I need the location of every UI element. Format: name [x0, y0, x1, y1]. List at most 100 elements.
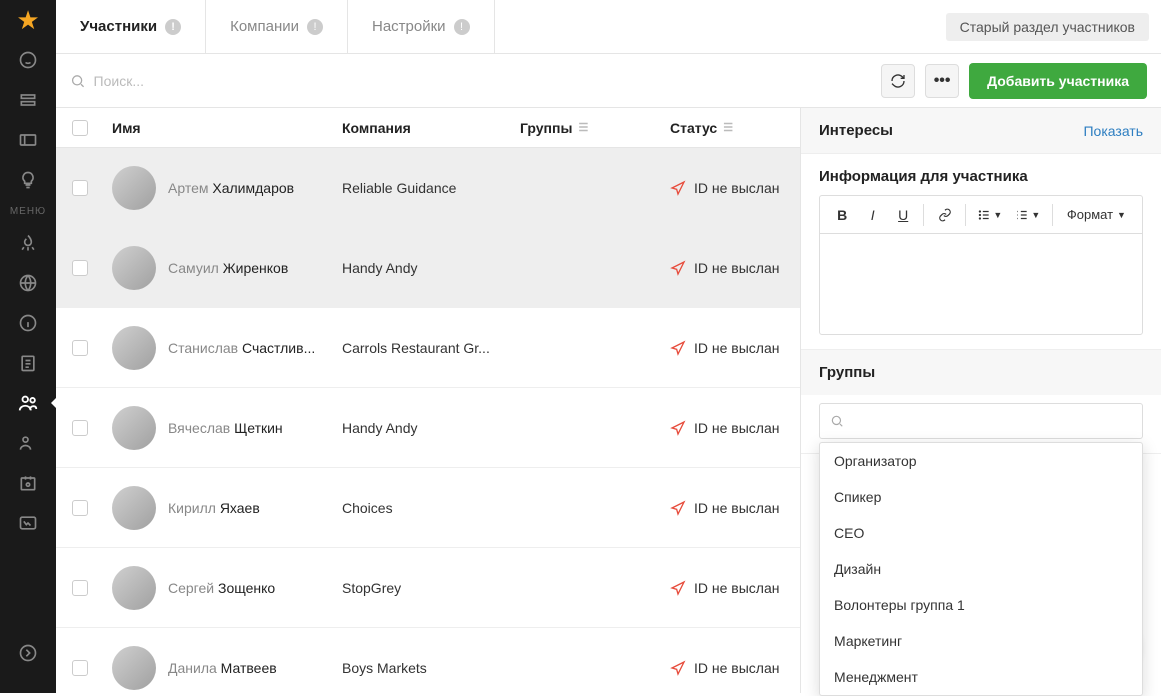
groups-header: Группы — [801, 350, 1161, 395]
rail-item-info[interactable] — [0, 303, 56, 343]
avatar — [112, 566, 156, 610]
rail-item-ticket[interactable] — [0, 120, 56, 160]
send-icon — [670, 180, 686, 196]
last-name: Зощенко — [218, 580, 275, 596]
avatar — [112, 326, 156, 370]
tab-participants[interactable]: Участники! — [56, 0, 206, 53]
send-icon — [670, 260, 686, 276]
rail-collapse-icon[interactable] — [0, 633, 56, 673]
old-section-button[interactable]: Старый раздел участников — [946, 13, 1149, 41]
table-body: Артем Халимдаров Reliable Guidance ID не… — [56, 148, 800, 693]
send-icon — [670, 660, 686, 676]
rail-item-badge[interactable] — [0, 463, 56, 503]
ol-button[interactable]: ▼ — [1010, 201, 1046, 229]
search-input[interactable] — [94, 73, 872, 89]
group-option[interactable]: CEO — [820, 515, 1142, 551]
row-checkbox[interactable] — [72, 660, 88, 676]
avatar — [112, 246, 156, 290]
first-name: Сергей — [168, 580, 214, 596]
rail-item-chat[interactable] — [0, 40, 56, 80]
left-rail: ★ МЕНЮ — [0, 0, 56, 693]
group-search-input[interactable] — [852, 413, 1132, 429]
group-search-wrap — [819, 403, 1143, 439]
col-group[interactable]: Группы☰ — [520, 120, 670, 136]
underline-button[interactable]: U — [889, 201, 917, 229]
sort-icon: ☰ — [723, 121, 733, 134]
status-text: ID не выслан — [694, 180, 779, 196]
company-cell: Handy Andy — [342, 260, 520, 276]
toolbar: ••• Добавить участника — [56, 54, 1161, 108]
status-text: ID не выслан — [694, 660, 779, 676]
col-name[interactable]: Имя — [112, 120, 342, 136]
row-checkbox[interactable] — [72, 500, 88, 516]
table-row[interactable]: Самуил Жиренков Handy Andy ID не выслан — [56, 228, 800, 308]
warning-icon: ! — [307, 19, 323, 35]
group-option[interactable]: Менеджмент — [820, 659, 1142, 695]
rail-item-idea[interactable] — [0, 160, 56, 200]
logo-star-icon: ★ — [0, 0, 56, 40]
send-icon — [670, 580, 686, 596]
italic-button[interactable]: I — [858, 201, 886, 229]
bold-button[interactable]: B — [828, 201, 856, 229]
tab-companies[interactable]: Компании! — [206, 0, 348, 53]
row-checkbox[interactable] — [72, 180, 88, 196]
send-icon — [670, 340, 686, 356]
company-cell: Boys Markets — [342, 660, 520, 676]
rail-item-vk[interactable] — [0, 503, 56, 543]
avatar — [112, 486, 156, 530]
row-checkbox[interactable] — [72, 340, 88, 356]
rail-item-globe[interactable] — [0, 263, 56, 303]
info-label: Информация для участника — [819, 168, 1143, 185]
search-wrap — [70, 73, 871, 89]
row-checkbox[interactable] — [72, 260, 88, 276]
search-icon — [830, 414, 844, 428]
rail-item-archive[interactable] — [0, 80, 56, 120]
ul-button[interactable]: ▼ — [972, 201, 1008, 229]
avatar — [112, 406, 156, 450]
group-option[interactable]: Организатор — [820, 443, 1142, 479]
more-button[interactable]: ••• — [925, 64, 959, 98]
rich-text-editor: B I U ▼ ▼ Формат▼ — [819, 195, 1143, 335]
avatar — [112, 646, 156, 690]
warning-icon: ! — [165, 19, 181, 35]
search-icon — [70, 73, 86, 89]
last-name: Счастлив... — [242, 340, 315, 356]
table-row[interactable]: Станислав Счастлив... Carrols Restaurant… — [56, 308, 800, 388]
add-participant-button[interactable]: Добавить участника — [969, 63, 1147, 99]
avatar — [112, 166, 156, 210]
send-icon — [670, 420, 686, 436]
row-checkbox[interactable] — [72, 580, 88, 596]
table-row[interactable]: Сергей Зощенко StopGrey ID не выслан — [56, 548, 800, 628]
interests-label: Интересы — [819, 122, 893, 139]
rail-item-users-alt[interactable] — [0, 423, 56, 463]
table-row[interactable]: Кирилл Яхаев Choices ID не выслан — [56, 468, 800, 548]
last-name: Матвеев — [221, 660, 277, 676]
format-dropdown[interactable]: Формат▼ — [1059, 207, 1134, 222]
tab-bar: Участники! Компании! Настройки! Старый р… — [56, 0, 1161, 54]
table-row[interactable]: Данила Матвеев Boys Markets ID не выслан — [56, 628, 800, 693]
group-option[interactable]: Спикер — [820, 479, 1142, 515]
editor-body[interactable] — [820, 234, 1142, 334]
row-checkbox[interactable] — [72, 420, 88, 436]
group-option[interactable]: Маркетинг — [820, 623, 1142, 659]
link-button[interactable] — [930, 201, 958, 229]
rail-item-clipboard[interactable] — [0, 343, 56, 383]
rail-item-fire[interactable] — [0, 223, 56, 263]
first-name: Станислав — [168, 340, 238, 356]
refresh-button[interactable] — [881, 64, 915, 98]
tab-settings[interactable]: Настройки! — [348, 0, 495, 53]
rail-item-participants[interactable] — [0, 383, 56, 423]
col-company[interactable]: Компания — [342, 120, 520, 136]
select-all-checkbox[interactable] — [72, 120, 88, 136]
status-text: ID не выслан — [694, 420, 779, 436]
last-name: Щеткин — [234, 420, 283, 436]
status-text: ID не выслан — [694, 340, 779, 356]
group-option[interactable]: Волонтеры группа 1 — [820, 587, 1142, 623]
col-status[interactable]: Статус☰ — [670, 120, 784, 136]
table-row[interactable]: Вячеслав Щеткин Handy Andy ID не выслан — [56, 388, 800, 468]
show-link[interactable]: Показать — [1083, 123, 1143, 139]
company-cell: StopGrey — [342, 580, 520, 596]
group-option[interactable]: Дизайн — [820, 551, 1142, 587]
table-row[interactable]: Артем Халимдаров Reliable Guidance ID не… — [56, 148, 800, 228]
table-header: Имя Компания Группы☰ Статус☰ — [56, 108, 800, 148]
